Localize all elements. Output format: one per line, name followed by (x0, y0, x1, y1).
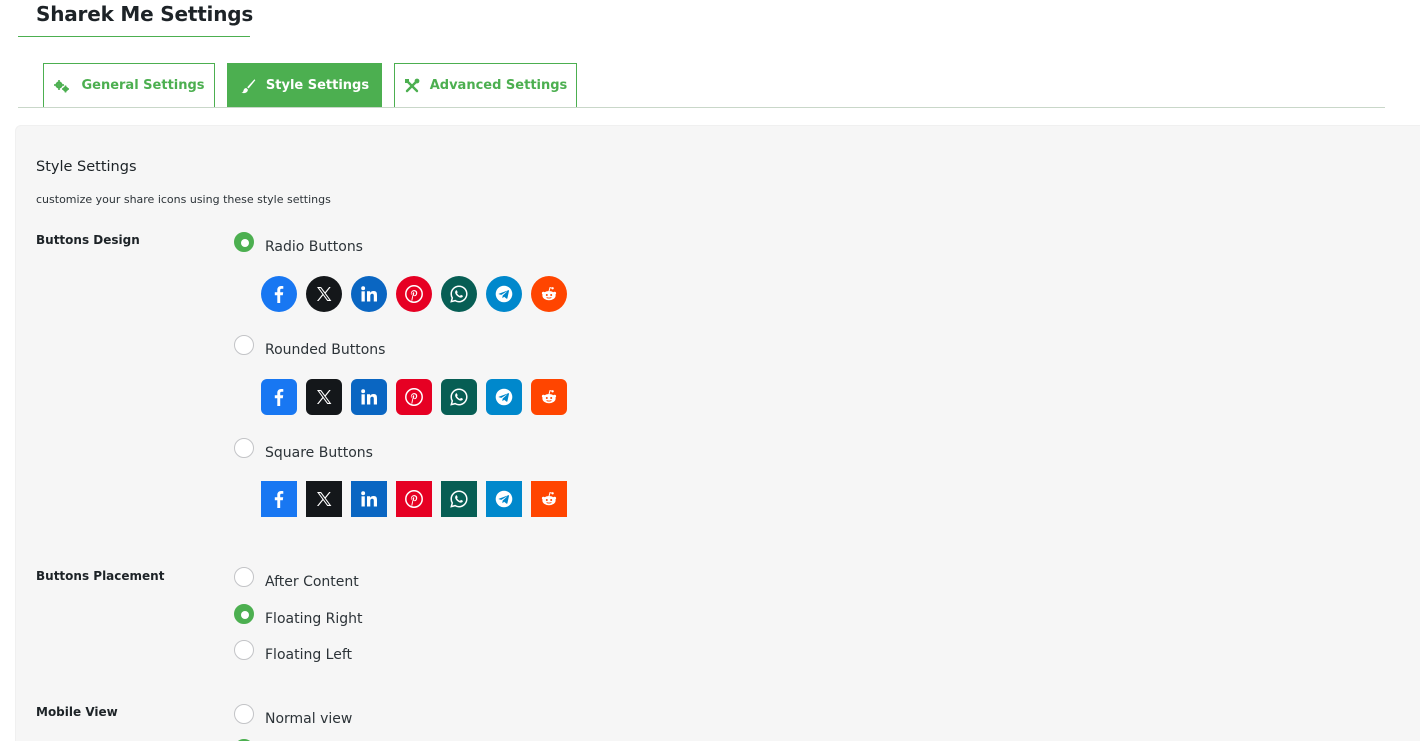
floating-right-radio[interactable] (234, 604, 254, 624)
radio-buttons-radio[interactable] (234, 232, 254, 252)
square-icons-preview (261, 481, 567, 517)
facebook-icon (261, 379, 297, 415)
facebook-icon (261, 481, 297, 517)
circle-icons-preview (261, 276, 567, 312)
pinterest-icon (396, 276, 432, 312)
floating-left-label[interactable]: Floating Left (265, 647, 352, 663)
mobile-view-label: Mobile View (36, 705, 118, 719)
reddit-icon (531, 379, 567, 415)
x-icon (306, 379, 342, 415)
title-underline (18, 36, 250, 37)
telegram-icon (486, 481, 522, 517)
rounded-icons-preview (261, 379, 567, 415)
linkedin-icon (351, 481, 387, 517)
floating-left-radio[interactable] (234, 640, 254, 660)
square-buttons-radio[interactable] (234, 438, 254, 458)
page-title: Sharek Me Settings (36, 2, 254, 26)
tools-icon (404, 78, 420, 94)
whatsapp-icon (441, 379, 477, 415)
tab-label: Style Settings (265, 78, 370, 93)
x-icon (306, 481, 342, 517)
tab-style-settings[interactable]: Style Settings (227, 63, 382, 107)
telegram-icon (486, 379, 522, 415)
linkedin-icon (351, 276, 387, 312)
square-buttons-label[interactable]: Square Buttons (265, 445, 373, 461)
buttons-design-label: Buttons Design (36, 233, 140, 247)
radio-buttons-label[interactable]: Radio Buttons (265, 239, 363, 255)
paintbrush-icon (240, 78, 256, 94)
pinterest-icon (396, 481, 432, 517)
section-description: customize your share icons using these s… (36, 193, 331, 206)
reddit-icon (531, 276, 567, 312)
floating-right-label[interactable]: Floating Right (265, 611, 363, 627)
pinterest-icon (396, 379, 432, 415)
tabs-divider (18, 107, 1385, 108)
telegram-icon (486, 276, 522, 312)
reddit-icon (531, 481, 567, 517)
rounded-buttons-radio[interactable] (234, 335, 254, 355)
tab-general-settings[interactable]: General Settings (43, 63, 215, 107)
facebook-icon (261, 276, 297, 312)
rounded-buttons-label[interactable]: Rounded Buttons (265, 342, 385, 358)
buttons-placement-label: Buttons Placement (36, 569, 165, 583)
tab-advanced-settings[interactable]: Advanced Settings (394, 63, 577, 107)
section-title: Style Settings (36, 159, 137, 175)
whatsapp-icon (441, 276, 477, 312)
gears-icon (53, 78, 71, 94)
after-content-radio[interactable] (234, 567, 254, 587)
tab-label: Advanced Settings (429, 78, 568, 93)
tab-label: General Settings (81, 78, 205, 93)
whatsapp-icon (441, 481, 477, 517)
normal-view-radio[interactable] (234, 704, 254, 724)
settings-panel (15, 125, 1420, 741)
normal-view-label[interactable]: Normal view (265, 711, 352, 727)
after-content-label[interactable]: After Content (265, 574, 359, 590)
x-icon (306, 276, 342, 312)
linkedin-icon (351, 379, 387, 415)
